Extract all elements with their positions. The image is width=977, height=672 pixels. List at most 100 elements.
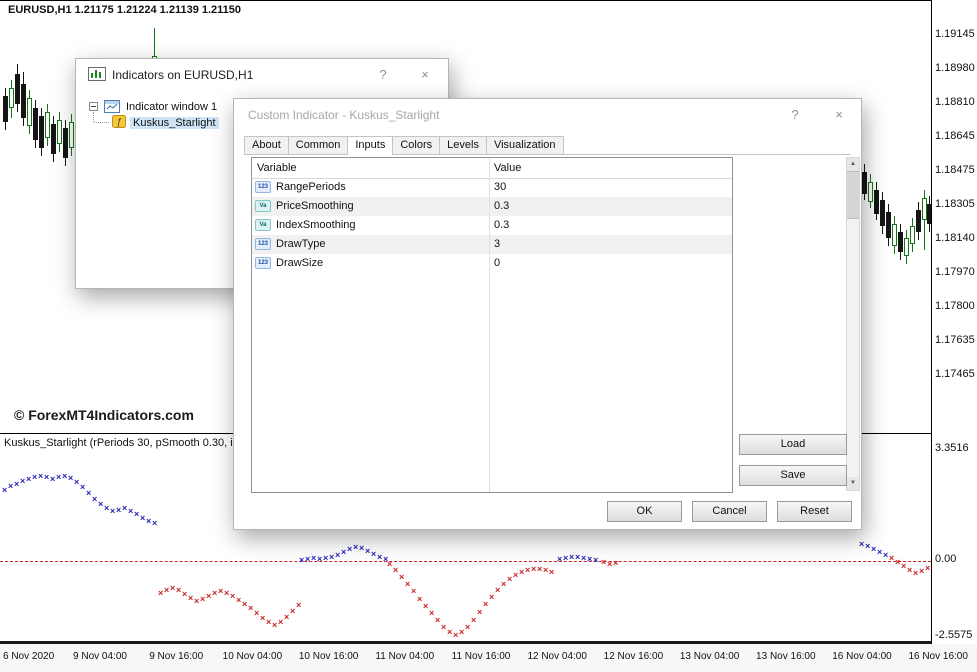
candle-wick — [882, 192, 883, 234]
red-marker: × — [266, 618, 271, 627]
red-marker: × — [236, 596, 241, 605]
red-marker: × — [411, 587, 416, 596]
candle-body — [3, 96, 8, 122]
candle-wick — [929, 196, 930, 232]
cancel-button[interactable]: Cancel — [692, 501, 767, 522]
param-value[interactable]: 0.3 — [494, 219, 509, 231]
blue-marker: × — [50, 475, 55, 484]
indicator-axis-zero: 0.00 — [935, 553, 956, 565]
param-type-icon: 123 — [255, 257, 271, 269]
candle-body — [922, 198, 927, 220]
red-marker: × — [399, 573, 404, 582]
dialog-titlebar[interactable]: Custom Indicator - Kuskus_Starlight ? × — [234, 99, 861, 129]
close-icon[interactable]: × — [828, 106, 850, 124]
red-marker: × — [296, 601, 301, 610]
param-row-drawtype[interactable]: 123DrawType3 — [252, 235, 732, 254]
tab-inputs[interactable]: Inputs — [347, 136, 393, 155]
save-button[interactable]: Save — [739, 465, 847, 486]
blue-marker: × — [2, 486, 7, 495]
reset-button[interactable]: Reset — [777, 501, 852, 522]
tab-common[interactable]: Common — [288, 136, 349, 154]
time-axis-label: 10 Nov 16:00 — [299, 651, 359, 662]
ok-button[interactable]: OK — [607, 501, 682, 522]
close-icon[interactable]: × — [414, 66, 436, 84]
scroll-down-icon[interactable]: ▼ — [847, 477, 859, 490]
candle-wick — [23, 72, 24, 126]
tree-item-indicator-window[interactable]: Indicator window 1 — [126, 101, 217, 113]
help-button[interactable]: ? — [372, 66, 394, 84]
red-marker: × — [531, 565, 536, 574]
param-row-indexsmoothing[interactable]: VaIndexSmoothing0.3 — [252, 216, 732, 235]
red-marker: × — [489, 593, 494, 602]
candle-body — [874, 190, 879, 214]
param-type-icon: 123 — [255, 238, 271, 250]
time-axis[interactable]: 6 Nov 20209 Nov 04:009 Nov 16:0010 Nov 0… — [0, 644, 977, 672]
scroll-thumb[interactable] — [847, 171, 859, 219]
time-axis-label: 13 Nov 04:00 — [680, 651, 740, 662]
red-marker: × — [254, 609, 259, 618]
param-name: DrawSize — [276, 257, 323, 269]
blue-marker: × — [305, 555, 310, 564]
candle-wick — [894, 216, 895, 254]
scroll-up-icon[interactable]: ▲ — [847, 158, 859, 171]
blue-marker: × — [146, 517, 151, 526]
candle-body — [63, 128, 68, 158]
candle-wick — [41, 108, 42, 156]
blue-marker: × — [134, 510, 139, 519]
price-axis-label: 1.18810 — [935, 96, 975, 108]
candle-body — [51, 124, 56, 154]
param-row-pricesmoothing[interactable]: VaPriceSmoothing0.3 — [252, 197, 732, 216]
blue-marker: × — [353, 543, 358, 552]
blue-marker: × — [122, 504, 127, 513]
time-axis-label: 9 Nov 16:00 — [149, 651, 203, 662]
param-value[interactable]: 30 — [494, 181, 506, 193]
custom-indicator-dialog: Custom Indicator - Kuskus_Starlight ? × … — [233, 98, 862, 530]
candle-body — [910, 226, 915, 244]
tab-about[interactable]: About — [244, 136, 289, 154]
candle-wick — [864, 164, 865, 200]
candle-body — [898, 232, 903, 252]
time-axis-label: 13 Nov 16:00 — [756, 651, 816, 662]
red-marker: × — [601, 558, 606, 567]
red-marker: × — [242, 600, 247, 609]
tab-visualization[interactable]: Visualization — [486, 136, 564, 154]
blue-marker: × — [359, 544, 364, 553]
candle-body — [886, 212, 891, 238]
price-axis-label: 1.17635 — [935, 334, 975, 346]
tab-levels[interactable]: Levels — [439, 136, 487, 154]
red-marker: × — [278, 618, 283, 627]
blue-marker: × — [110, 507, 115, 516]
param-value[interactable]: 3 — [494, 238, 500, 250]
chart-top-border — [0, 0, 977, 1]
tree-collapse-toggle[interactable] — [89, 102, 98, 111]
blue-marker: × — [68, 474, 73, 483]
candle-wick — [53, 116, 54, 162]
column-header-variable: Variable — [257, 162, 297, 174]
help-button[interactable]: ? — [784, 106, 806, 124]
chart-symbol-ohlc: EURUSD,H1 1.21175 1.21224 1.21139 1.2115… — [8, 4, 241, 16]
vertical-scrollbar[interactable]: ▲ ▼ — [846, 157, 860, 491]
price-axis-label: 1.18980 — [935, 62, 975, 74]
time-axis-label: 12 Nov 16:00 — [604, 651, 664, 662]
param-row-rangeperiods[interactable]: 123RangePeriods30 — [252, 178, 732, 197]
blue-marker: × — [859, 540, 864, 549]
red-marker: × — [212, 589, 217, 598]
blue-marker: × — [883, 551, 888, 560]
indicators-dialog-icon — [88, 67, 106, 86]
tree-item-kuskus-starlight[interactable]: Kuskus_Starlight — [130, 117, 219, 129]
red-marker: × — [459, 628, 464, 637]
param-value[interactable]: 0 — [494, 257, 500, 269]
blue-marker: × — [140, 514, 145, 523]
red-marker: × — [925, 564, 930, 573]
param-value[interactable]: 0.3 — [494, 200, 509, 212]
red-marker: × — [907, 566, 912, 575]
inputs-table: Variable Value 123RangePeriods30VaPriceS… — [251, 157, 733, 493]
tab-colors[interactable]: Colors — [392, 136, 440, 154]
price-axis[interactable]: 3.3516 0.00 -2.5575 1.191451.189801.1881… — [932, 0, 977, 644]
dialog-titlebar[interactable]: Indicators on EURUSD,H1 ? × — [76, 59, 448, 89]
load-button[interactable]: Load — [739, 434, 847, 455]
param-row-drawsize[interactable]: 123 DrawSize 0 — [252, 254, 732, 273]
red-marker: × — [405, 580, 410, 589]
blue-marker: × — [317, 555, 322, 564]
blue-marker: × — [365, 547, 370, 556]
